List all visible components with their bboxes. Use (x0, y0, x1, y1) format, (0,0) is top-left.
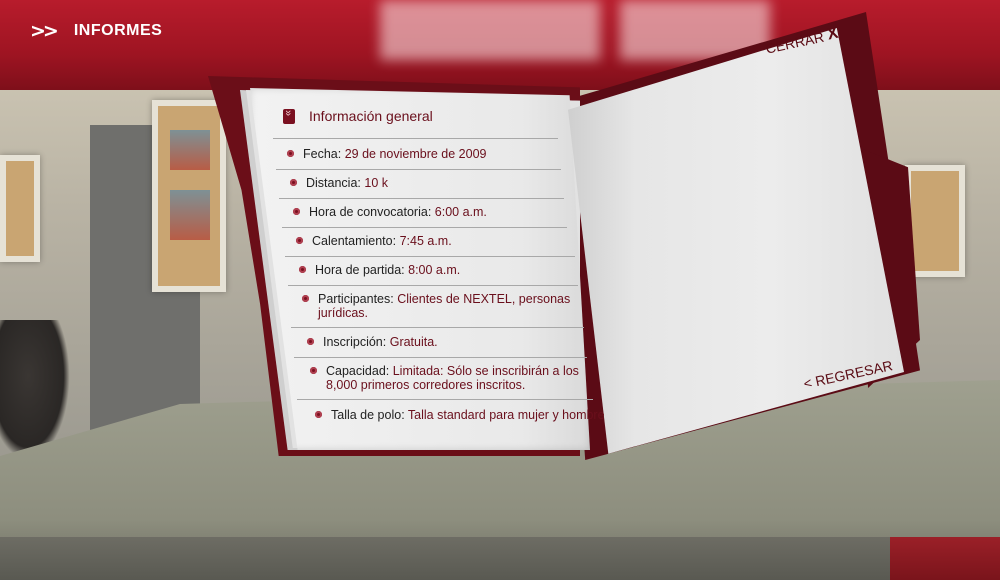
info-label: Fecha: (303, 147, 342, 161)
info-item-capacidad: Capacidad: Limitada: Sólo se inscribirán… (310, 364, 579, 392)
bullet-icon (302, 295, 309, 302)
divider (273, 138, 558, 139)
info-value-continued: jurídicas. (318, 306, 369, 320)
divider (285, 256, 575, 257)
board-photo (170, 130, 210, 170)
info-item-calentamiento: Calentamiento: 7:45 a.m. (296, 234, 452, 248)
info-value: Talla standard para mujer y hombre (407, 408, 605, 422)
info-item-participantes: Participantes: Clientes de NEXTEL, perso… (302, 292, 571, 320)
section-title: Información general (309, 108, 433, 124)
info-item-inscripcion: Inscripción: Gratuita. (307, 335, 438, 349)
divider (288, 285, 578, 286)
info-label: Hora de partida: (315, 263, 405, 277)
ceiling-light (380, 0, 600, 60)
section-header: Información general (283, 108, 433, 124)
divider (282, 227, 567, 228)
bullet-icon (293, 208, 300, 215)
bullet-icon (307, 338, 314, 345)
info-item-hora-convocatoria: Hora de convocatoria: 6:00 a.m. (293, 205, 487, 219)
bullet-icon (310, 367, 317, 374)
info-label: Capacidad: (326, 364, 390, 378)
info-item-distancia: Distancia: 10 k (290, 176, 389, 190)
bullet-icon (287, 150, 294, 157)
info-value: 29 de noviembre de 2009 (344, 147, 487, 161)
divider (291, 327, 584, 328)
divider (276, 169, 561, 170)
footer-red-block (890, 537, 1000, 580)
bullet-icon (290, 179, 297, 186)
info-value: Gratuita. (389, 335, 438, 349)
info-value: 10 k (364, 176, 389, 190)
info-label: Talla de polo: (331, 408, 405, 422)
divider (297, 399, 593, 400)
divider (279, 198, 564, 199)
info-label: Hora de convocatoria: (309, 205, 432, 219)
info-item-talla-polo: Talla de polo: Talla standard para mujer… (315, 408, 605, 422)
info-label: Inscripción: (323, 335, 387, 349)
info-value: 6:00 a.m. (434, 205, 487, 219)
info-value: 7:45 a.m. (399, 234, 452, 248)
double-chevron-right-icon: >> (30, 20, 59, 42)
info-label: Participantes: (318, 292, 394, 306)
info-value-continued: 8,000 primeros corredores inscritos. (326, 378, 526, 392)
info-item-hora-partida: Hora de partida: 8:00 a.m. (299, 263, 461, 277)
info-value: Limitada: Sólo se inscribirán a los (392, 364, 579, 378)
footer-strip (0, 537, 1000, 580)
bullet-icon (315, 411, 322, 418)
bullet-icon (296, 237, 303, 244)
board-photo (170, 190, 210, 240)
info-value: 8:00 a.m. (408, 263, 461, 277)
page-title: INFORMES (73, 22, 163, 39)
cork-board (0, 155, 40, 262)
info-label: Distancia: (306, 176, 361, 190)
info-label: Calentamiento: (312, 234, 397, 248)
bullet-icon (299, 266, 306, 273)
document-icon (283, 108, 295, 124)
divider (294, 357, 587, 358)
page-header: >> INFORMES (30, 18, 162, 44)
info-value: Clientes de NEXTEL, personas (397, 292, 571, 306)
info-item-fecha: Fecha: 29 de noviembre de 2009 (287, 147, 487, 161)
